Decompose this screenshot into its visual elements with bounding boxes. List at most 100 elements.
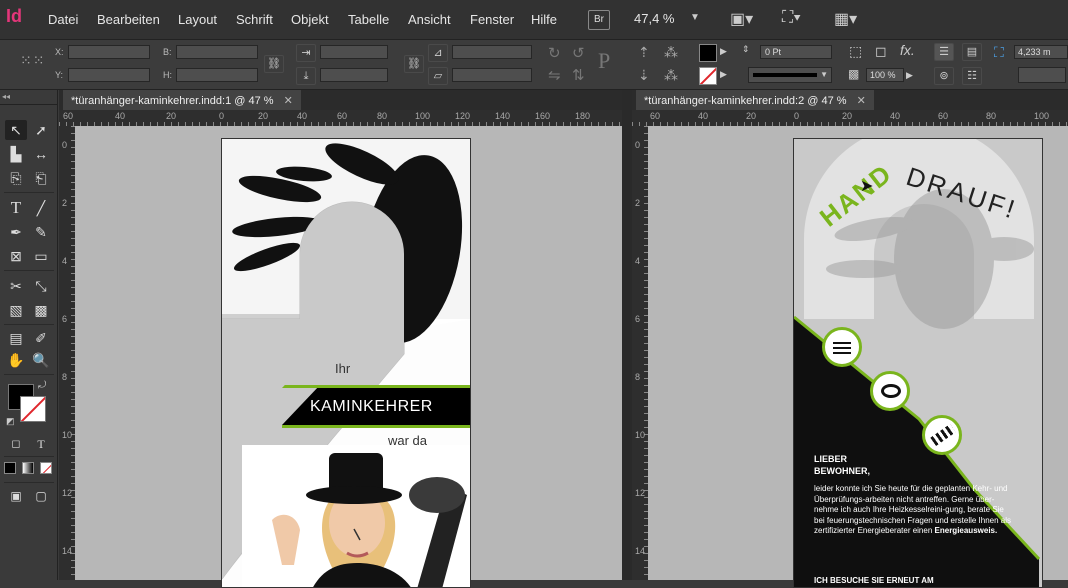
document-tab-1[interactable]: *türanhänger-kaminkehrer.indd:1 @ 47 % ✕ (63, 90, 301, 110)
x-field[interactable] (68, 45, 150, 59)
text-wrap-none-icon[interactable]: ☰ (934, 43, 954, 61)
menu-ansicht[interactable]: Ansicht (408, 12, 451, 27)
window-splitter[interactable] (622, 90, 632, 580)
chimney-badge[interactable] (822, 327, 862, 367)
text-wrap-object-icon[interactable]: ▤ (962, 43, 982, 61)
menu-fenster[interactable]: Fenster (470, 12, 514, 27)
close-icon[interactable]: ✕ (857, 95, 866, 107)
pencil-tool-icon[interactable]: ✎ (30, 222, 52, 242)
scale-y-field[interactable] (320, 68, 388, 82)
stroke-stepper-icon[interactable]: ⇕ (742, 44, 754, 58)
line-tool-icon[interactable]: ╱ (30, 198, 52, 218)
corner-options-icon[interactable]: ⬚ (849, 43, 862, 60)
stroke-type-select[interactable]: ▼ (748, 67, 832, 83)
page-1[interactable]: Ihr KAMINKEHRER war da (221, 138, 471, 588)
gap-tool-icon[interactable]: ↔ (30, 144, 52, 164)
stroke-weight-field[interactable]: 0 Pt (760, 45, 832, 59)
fill-swatch[interactable] (699, 44, 717, 62)
chimney-sweep-photo[interactable] (242, 445, 471, 588)
content-placer-icon[interactable]: ⎗ (30, 168, 52, 188)
menu-schrift[interactable]: Schrift (236, 12, 273, 27)
rotate-90-ccw-icon[interactable]: ↺ (572, 44, 585, 62)
chain-link-icon[interactable]: ⛓ (404, 55, 424, 73)
stroke-color-swatch[interactable] (20, 396, 46, 422)
note-tool-icon[interactable]: ▤ (5, 328, 27, 348)
revisit-text[interactable]: ICH BESUCHE SIE ERNEUT AM (814, 575, 934, 587)
offset-field[interactable]: 4,233 m (1014, 45, 1068, 59)
shear-field[interactable] (452, 68, 532, 82)
rotation-field[interactable] (452, 45, 532, 59)
swap-fill-stroke-icon[interactable]: ⤾ (38, 380, 46, 391)
menu-tabelle[interactable]: Tabelle (348, 12, 389, 27)
scale-x-icon[interactable]: ⇥ (296, 44, 316, 62)
apply-color-icon[interactable] (4, 462, 16, 474)
formatting-text-icon[interactable]: T (30, 434, 52, 454)
rectangle-tool-icon[interactable]: ▭ (30, 246, 52, 266)
opacity-field[interactable]: 100 % (866, 68, 904, 82)
close-icon[interactable]: ✕ (284, 95, 293, 107)
formatting-container-icon[interactable]: ◻ (5, 434, 27, 454)
ladder-badge[interactable] (922, 415, 962, 455)
scale-x-field[interactable] (320, 45, 388, 59)
rotate-90-cw-icon[interactable]: ↻ (548, 44, 561, 62)
reference-point-icon[interactable]: ⁙⁙ (20, 52, 45, 69)
shear-icon[interactable]: ▱ (428, 67, 448, 85)
auto-fit-icon[interactable]: ⛶ (994, 44, 1004, 61)
select-content-icon[interactable]: ⁂ (664, 44, 678, 61)
menu-layout[interactable]: Layout (178, 12, 217, 27)
default-fill-stroke-icon[interactable]: ◩ (6, 416, 15, 427)
arrange-documents-icon[interactable]: ▦▾ (834, 9, 857, 29)
rectangle-frame-tool-icon[interactable]: ⊠ (5, 246, 27, 266)
body-text[interactable]: leider konnte ich Sie heute für die gepl… (814, 484, 1014, 537)
screen-mode-icon[interactable]: ▣▾ (730, 9, 753, 29)
content-collector-icon[interactable]: ⎘ (5, 168, 27, 188)
eyedropper-tool-icon[interactable]: ✐ (30, 328, 52, 348)
menu-datei[interactable]: Datei (48, 12, 78, 27)
text-wrap-icon[interactable]: ⊚ (934, 67, 954, 85)
free-transform-tool-icon[interactable]: ⤡ (30, 276, 52, 296)
gradient-swatch-tool-icon[interactable]: ▧ (5, 300, 27, 320)
frame-fitting-select[interactable] (1018, 67, 1066, 83)
collapse-panel-icon[interactable]: ◂◂ (2, 92, 10, 101)
text-wrap-jump-icon[interactable]: ☷ (962, 67, 982, 85)
normal-view-icon[interactable]: ▣ (5, 486, 27, 506)
apply-gradient-icon[interactable] (22, 462, 34, 474)
screen-mode-toggle-icon[interactable]: ▢ (30, 486, 52, 506)
menu-bearbeiten[interactable]: Bearbeiten (97, 12, 160, 27)
selection-tool-icon[interactable]: ↖ (5, 120, 27, 140)
fx-icon[interactable]: fx. (900, 42, 915, 58)
greeting-block[interactable]: LIEBER BEWOHNER, (814, 453, 870, 477)
pasteboard-2[interactable]: HAND DRAUF! ➤ LIEBER BEWOHNER, leider ko… (648, 126, 1068, 588)
stroke-none-swatch[interactable] (699, 67, 717, 85)
ihr-text[interactable]: Ihr (335, 361, 350, 376)
menu-hilfe[interactable]: Hilfe (531, 12, 557, 27)
apply-none-icon[interactable] (40, 462, 52, 474)
page-2[interactable]: HAND DRAUF! ➤ LIEBER BEWOHNER, leider ko… (793, 138, 1043, 588)
view-options-icon[interactable]: ⛶▾ (782, 9, 801, 27)
chevron-down-icon[interactable]: ▼ (690, 12, 700, 23)
rotate-icon[interactable]: ⊿ (428, 44, 448, 62)
type-tool-icon[interactable]: T (5, 198, 27, 218)
stroke-dropdown-icon[interactable]: ▶ (720, 69, 727, 80)
select-previous-icon[interactable]: ⇣ (638, 67, 650, 84)
select-container-icon[interactable]: ⇡ (638, 44, 650, 61)
gradient-feather-tool-icon[interactable]: ▩ (30, 300, 52, 320)
zoom-tool-icon[interactable]: 🔍 (30, 350, 52, 370)
menu-objekt[interactable]: Objekt (291, 12, 329, 27)
direct-selection-tool-icon[interactable]: ➚ (30, 120, 52, 140)
flip-vertical-icon[interactable]: ⇅ (572, 66, 585, 84)
fill-dropdown-icon[interactable]: ▶ (720, 46, 727, 57)
kaminkehrer-title[interactable]: KAMINKEHRER (310, 398, 433, 416)
chain-link-icon[interactable]: ⛓ (264, 55, 284, 73)
flip-horizontal-icon[interactable]: ⇋ (548, 66, 561, 84)
document-tab-2[interactable]: *türanhänger-kaminkehrer.indd:2 @ 47 % ✕ (636, 90, 874, 110)
opacity-dropdown-icon[interactable]: ▶ (906, 70, 913, 81)
brush-badge[interactable] (870, 371, 910, 411)
zoom-value[interactable]: 47,4 % (634, 11, 674, 26)
page-tool-icon[interactable]: ▙ (5, 144, 27, 164)
pasteboard-1[interactable]: Ihr KAMINKEHRER war da (75, 126, 622, 588)
drop-shadow-icon[interactable]: ◻ (875, 43, 887, 60)
pen-tool-icon[interactable]: ✒ (5, 222, 27, 242)
select-next-icon[interactable]: ⁂ (664, 67, 678, 84)
scissors-tool-icon[interactable]: ✂ (5, 276, 27, 296)
